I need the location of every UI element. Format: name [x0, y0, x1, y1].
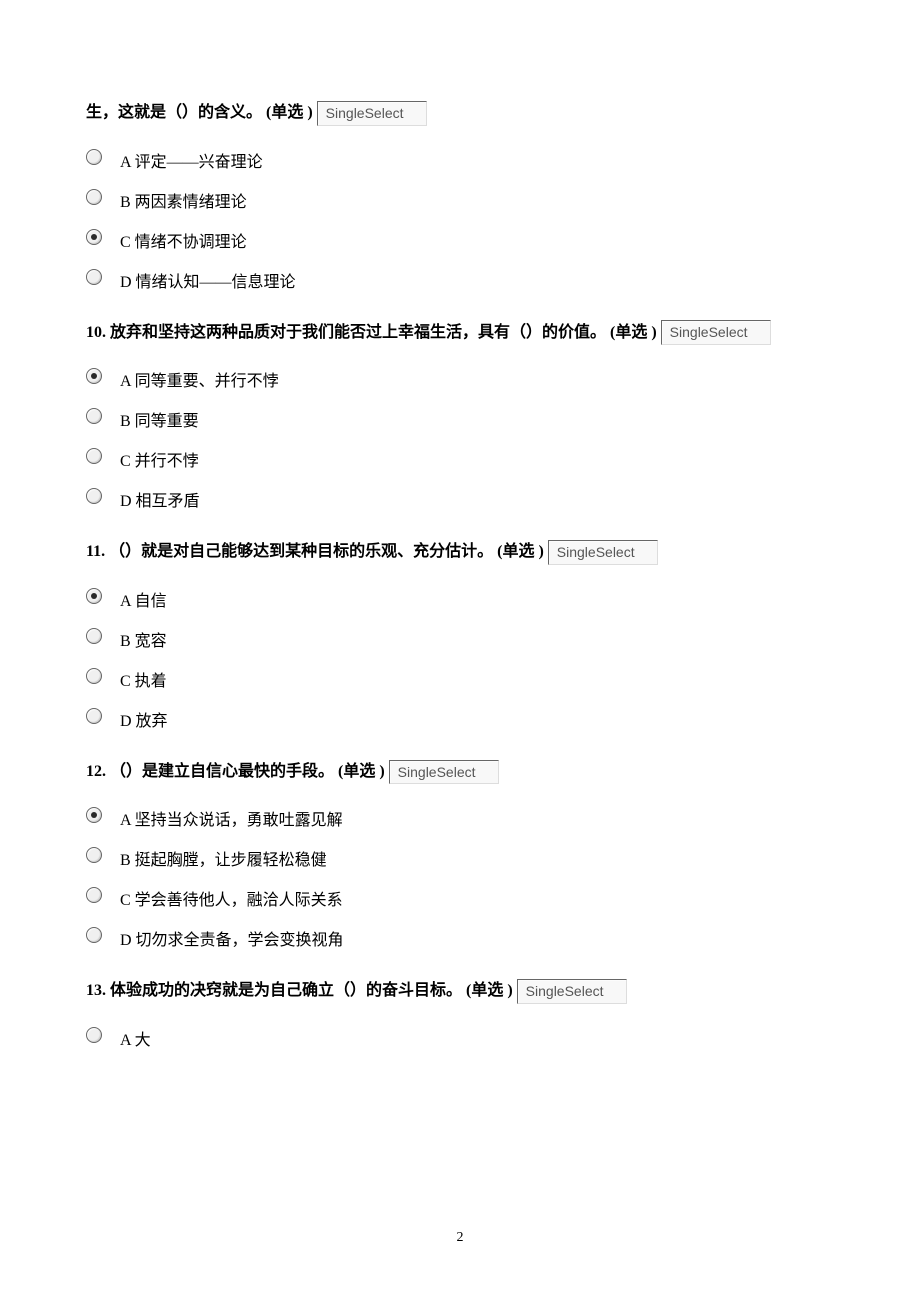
option-row[interactable]: B 同等重要 [86, 407, 834, 431]
option-label: D 情绪认知——信息理论 [120, 268, 296, 292]
option-label: C 情绪不协调理论 [120, 228, 247, 252]
radio-icon[interactable] [86, 588, 102, 604]
question-11: 11. （）就是对自己能够达到某种目标的乐观、充分估计。 (单选 ) Singl… [86, 539, 834, 731]
option-row[interactable]: A 同等重要、并行不悖 [86, 367, 834, 391]
option-row[interactable]: C 并行不悖 [86, 447, 834, 471]
option-label: D 切勿求全责备，学会变换视角 [120, 926, 344, 950]
radio-icon[interactable] [86, 887, 102, 903]
type-tag: SingleSelect [389, 760, 499, 785]
option-label: B 挺起胸膛，让步履轻松稳健 [120, 846, 327, 870]
option-label: D 放弃 [120, 707, 168, 731]
option-row[interactable]: A 评定——兴奋理论 [86, 148, 834, 172]
question-text-row: 11. （）就是对自己能够达到某种目标的乐观、充分估计。 (单选 ) Singl… [86, 539, 834, 565]
question-13: 13. 体验成功的决窍就是为自己确立（）的奋斗目标。 (单选 ) SingleS… [86, 978, 834, 1050]
option-row[interactable]: C 学会善待他人，融洽人际关系 [86, 886, 834, 910]
question-text: 12. （）是建立自信心最快的手段。 (单选 ) [86, 759, 385, 785]
option-label: A 同等重要、并行不悖 [120, 367, 279, 391]
option-row[interactable]: B 宽容 [86, 627, 834, 651]
type-tag: SingleSelect [548, 540, 658, 565]
question-12: 12. （）是建立自信心最快的手段。 (单选 ) SingleSelect A … [86, 759, 834, 951]
question-text: 11. （）就是对自己能够达到某种目标的乐观、充分估计。 (单选 ) [86, 539, 544, 565]
page-number: 2 [0, 1230, 920, 1246]
radio-icon[interactable] [86, 668, 102, 684]
question-text-row: 13. 体验成功的决窍就是为自己确立（）的奋斗目标。 (单选 ) SingleS… [86, 978, 834, 1004]
type-tag: SingleSelect [517, 979, 627, 1004]
radio-icon[interactable] [86, 1027, 102, 1043]
radio-icon[interactable] [86, 708, 102, 724]
option-row[interactable]: A 坚持当众说话，勇敢吐露见解 [86, 806, 834, 830]
option-row[interactable]: A 自信 [86, 587, 834, 611]
option-label: C 执着 [120, 667, 167, 691]
option-row[interactable]: B 两因素情绪理论 [86, 188, 834, 212]
page: 生，这就是（）的含义。 (单选 ) SingleSelect A 评定——兴奋理… [0, 0, 920, 1260]
radio-icon[interactable] [86, 488, 102, 504]
option-row[interactable]: D 放弃 [86, 707, 834, 731]
option-label: D 相互矛盾 [120, 487, 200, 511]
option-label: C 学会善待他人，融洽人际关系 [120, 886, 343, 910]
question-10: 10. 放弃和坚持这两种品质对于我们能否过上幸福生活，具有（）的价值。 (单选 … [86, 320, 834, 512]
option-row[interactable]: D 情绪认知——信息理论 [86, 268, 834, 292]
radio-icon[interactable] [86, 927, 102, 943]
radio-icon[interactable] [86, 408, 102, 424]
radio-icon[interactable] [86, 807, 102, 823]
option-row[interactable]: D 切勿求全责备，学会变换视角 [86, 926, 834, 950]
question-9: 生，这就是（）的含义。 (单选 ) SingleSelect A 评定——兴奋理… [86, 100, 834, 292]
option-label: B 两因素情绪理论 [120, 188, 247, 212]
question-text-row: 12. （）是建立自信心最快的手段。 (单选 ) SingleSelect [86, 759, 834, 785]
option-label: A 自信 [120, 587, 167, 611]
option-row[interactable]: B 挺起胸膛，让步履轻松稳健 [86, 846, 834, 870]
radio-icon[interactable] [86, 149, 102, 165]
option-label: A 坚持当众说话，勇敢吐露见解 [120, 806, 343, 830]
radio-icon[interactable] [86, 847, 102, 863]
option-label: B 宽容 [120, 627, 167, 651]
radio-icon[interactable] [86, 368, 102, 384]
type-tag: SingleSelect [661, 320, 771, 345]
radio-icon[interactable] [86, 189, 102, 205]
option-row[interactable]: D 相互矛盾 [86, 487, 834, 511]
question-text: 生，这就是（）的含义。 (单选 ) [86, 100, 313, 126]
option-row[interactable]: C 情绪不协调理论 [86, 228, 834, 252]
radio-icon[interactable] [86, 269, 102, 285]
question-text-row: 10. 放弃和坚持这两种品质对于我们能否过上幸福生活，具有（）的价值。 (单选 … [86, 320, 834, 346]
radio-icon[interactable] [86, 628, 102, 644]
radio-icon[interactable] [86, 229, 102, 245]
question-text: 10. 放弃和坚持这两种品质对于我们能否过上幸福生活，具有（）的价值。 (单选 … [86, 320, 657, 346]
option-label: B 同等重要 [120, 407, 199, 431]
option-row[interactable]: C 执着 [86, 667, 834, 691]
radio-icon[interactable] [86, 448, 102, 464]
question-text: 13. 体验成功的决窍就是为自己确立（）的奋斗目标。 (单选 ) [86, 978, 513, 1004]
question-text-row: 生，这就是（）的含义。 (单选 ) SingleSelect [86, 100, 834, 126]
option-row[interactable]: A 大 [86, 1026, 834, 1050]
option-label: C 并行不悖 [120, 447, 199, 471]
type-tag: SingleSelect [317, 101, 427, 126]
option-label: A 大 [120, 1026, 151, 1050]
option-label: A 评定——兴奋理论 [120, 148, 263, 172]
